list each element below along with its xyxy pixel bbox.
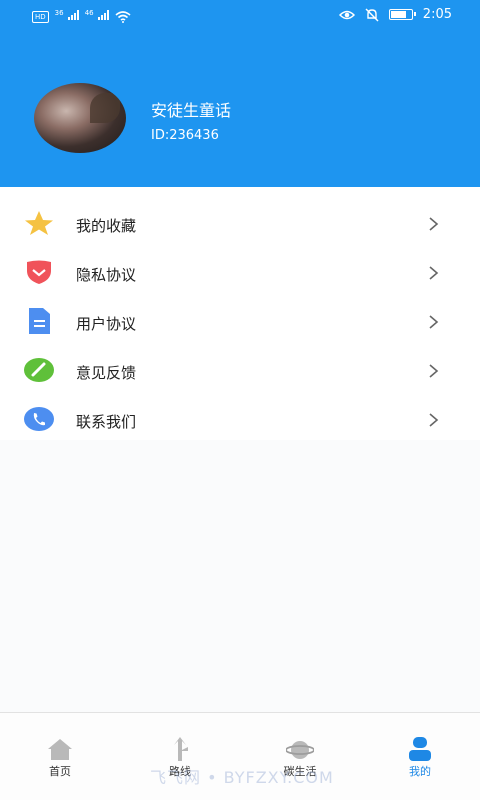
user-icon: [409, 737, 431, 761]
tab-home[interactable]: 首页: [20, 737, 100, 787]
star-icon: [25, 211, 53, 235]
tab-label: 我的: [409, 765, 431, 778]
chevron-right-icon: [429, 364, 439, 378]
document-icon: [29, 308, 50, 334]
bell-off-icon: [365, 8, 379, 21]
planet-icon: [286, 741, 314, 759]
user-id: ID:236436: [151, 128, 219, 143]
profile-header: HD 36 46 2:05 安徒生童话 ID:236436: [0, 0, 480, 187]
menu-item-label: 用户协议: [76, 315, 137, 333]
menu-item-label: 意见反馈: [76, 364, 137, 382]
menu-item-privacy[interactable]: 隐私协议: [0, 249, 480, 297]
tab-label: 首页: [49, 765, 71, 778]
username: 安徒生童话: [151, 101, 232, 120]
signal-icon: [67, 10, 79, 20]
clock: 2:05: [422, 7, 452, 22]
signal-icon: [97, 10, 109, 20]
signal-sim1: 36: [55, 9, 79, 24]
tab-mine[interactable]: 我的: [380, 737, 460, 787]
menu-item-user-agreement[interactable]: 用户协议: [0, 298, 480, 346]
chevron-right-icon: [429, 413, 439, 427]
menu-item-contact[interactable]: 联系我们: [0, 396, 480, 444]
eye-icon: [338, 10, 355, 19]
empty-area: [0, 440, 480, 712]
status-bar: HD 36 46 2:05: [0, 0, 480, 32]
pencil-icon: [24, 358, 54, 382]
route-icon: [174, 737, 188, 761]
menu-item-label: 我的收藏: [76, 217, 137, 235]
avatar[interactable]: [34, 83, 126, 153]
chevron-right-icon: [429, 217, 439, 231]
chevron-right-icon: [429, 315, 439, 329]
menu-item-label: 隐私协议: [76, 266, 137, 284]
watermark: 飞飞网 • BYFZXY.COM: [150, 768, 334, 787]
menu-item-feedback[interactable]: 意见反馈: [0, 347, 480, 395]
phone-icon: [24, 407, 54, 431]
chevron-right-icon: [429, 266, 439, 280]
shield-icon: [27, 260, 51, 284]
battery-icon: [388, 9, 416, 20]
menu-item-favorites[interactable]: 我的收藏: [0, 200, 480, 248]
home-icon: [48, 739, 72, 760]
avatar-photo: [90, 93, 120, 123]
hd-badge: HD: [32, 10, 49, 23]
battery-level: [390, 11, 407, 18]
signal-sim2: 46: [85, 9, 109, 24]
wifi-icon: [115, 10, 131, 23]
menu-item-label: 联系我们: [76, 413, 137, 431]
